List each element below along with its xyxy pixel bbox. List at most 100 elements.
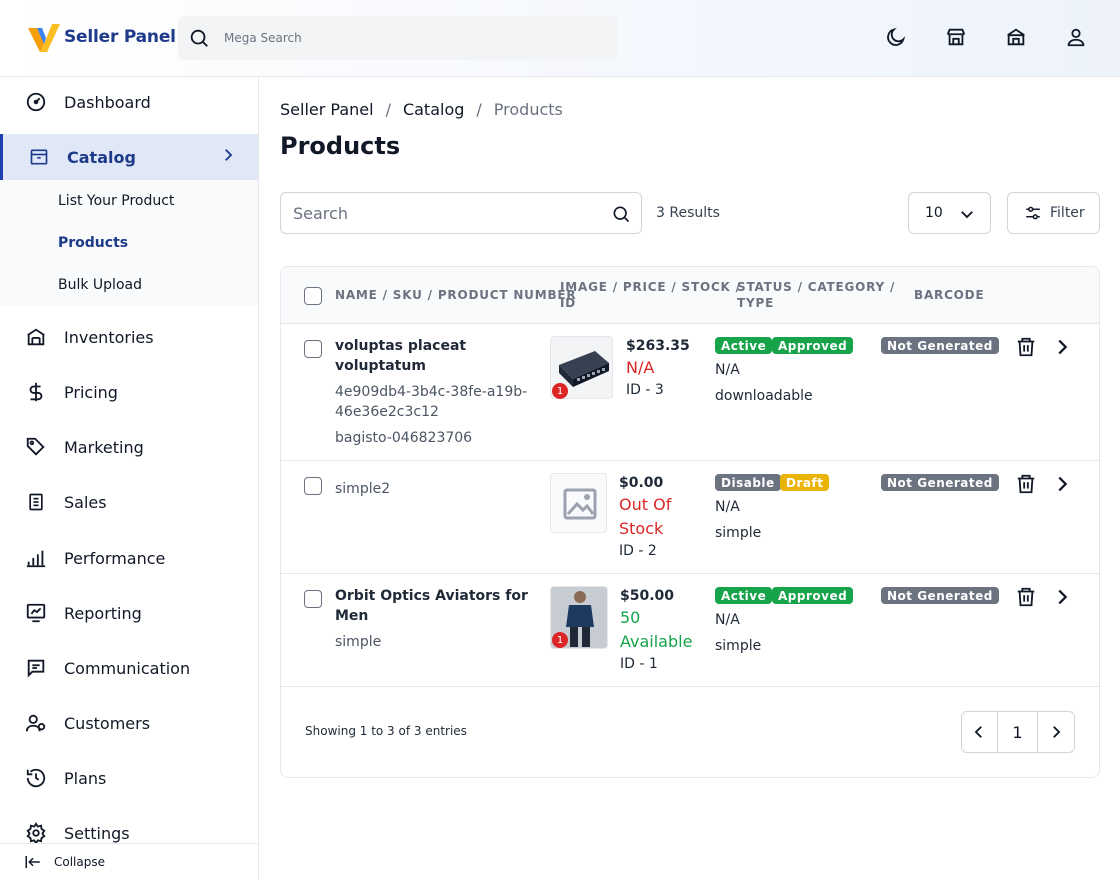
- sidebar-subitem-list-product[interactable]: List Your Product: [0, 180, 258, 222]
- row-checkbox[interactable]: [304, 477, 322, 495]
- dashboard-icon: [24, 90, 48, 114]
- breadcrumb-separator: /: [476, 100, 482, 119]
- filter-button[interactable]: Filter: [1007, 192, 1100, 234]
- collapse-icon: [25, 856, 40, 868]
- header-image: IMAGE / PRICE / STOCK /: [560, 280, 741, 294]
- collapse-label: Collapse: [54, 855, 105, 869]
- chevron-down-icon: [961, 211, 973, 219]
- sidebar-item-pricing[interactable]: Pricing: [0, 369, 258, 415]
- status-badge: Active: [715, 337, 773, 354]
- product-sku: 4e909db4-3b4c-38fe-a19b-: [335, 384, 528, 400]
- product-name[interactable]: simple2: [335, 479, 545, 499]
- sidebar-item-communication[interactable]: Communication: [0, 645, 258, 691]
- collapse-button[interactable]: Collapse: [0, 843, 258, 880]
- header-barcode: BARCODE: [914, 288, 985, 302]
- pagination-summary: Showing 1 to 3 of 3 entries: [305, 724, 467, 738]
- top-header: Seller Panel: [0, 0, 1120, 77]
- chevron-right-icon[interactable]: [1051, 473, 1073, 499]
- sidebar-item-marketing[interactable]: Marketing: [0, 424, 258, 470]
- product-type: downloadable: [715, 388, 813, 404]
- subitem-label: Bulk Upload: [58, 277, 142, 293]
- product-name-l2[interactable]: voluptatum: [335, 356, 545, 376]
- search-icon: [190, 29, 208, 47]
- pagination-page-button[interactable]: 1: [998, 712, 1039, 752]
- sidebar-item-inventories[interactable]: Inventories: [0, 314, 258, 360]
- pagination-prev-button[interactable]: [962, 712, 998, 752]
- product-category: N/A: [715, 612, 740, 628]
- customers-icon: [24, 711, 48, 735]
- logo[interactable]: Seller Panel: [28, 22, 176, 52]
- sidebar-item-sales[interactable]: Sales: [0, 479, 258, 525]
- logo-icon: [28, 24, 60, 52]
- sidebar-item-label: Sales: [64, 492, 107, 512]
- product-number: bagisto-046823706: [335, 430, 473, 446]
- approval-badge: Approved: [772, 337, 854, 354]
- sidebar-item-dashboard[interactable]: Dashboard: [0, 79, 258, 125]
- user-icon[interactable]: [1064, 25, 1088, 49]
- sidebar-subitem-products[interactable]: Products: [0, 222, 258, 264]
- chevron-left-icon: [975, 726, 983, 738]
- breadcrumb-catalog[interactable]: Catalog: [403, 100, 464, 119]
- chevron-right-icon[interactable]: [1051, 336, 1073, 362]
- sidebar-subitem-bulk-upload[interactable]: Bulk Upload: [0, 264, 258, 306]
- history-icon: [24, 766, 48, 790]
- mega-search-input[interactable]: [224, 31, 584, 45]
- mega-search[interactable]: [178, 16, 618, 60]
- barcode-badge: Not Generated: [881, 587, 999, 604]
- sidebar-item-plans[interactable]: Plans: [0, 755, 258, 801]
- chevron-right-icon: [219, 146, 237, 168]
- sidebar-item-customers[interactable]: Customers: [0, 700, 258, 746]
- approval-badge: Draft: [780, 474, 830, 491]
- sidebar-item-label: Reporting: [64, 603, 142, 623]
- subitem-label: List Your Product: [58, 193, 175, 209]
- breadcrumb-root[interactable]: Seller Panel: [280, 100, 374, 119]
- sidebar-item-performance[interactable]: Performance: [0, 535, 258, 581]
- sidebar-item-label: Settings: [64, 823, 130, 843]
- sidebar-item-label: Customers: [64, 713, 151, 733]
- product-price: $0.00: [619, 475, 664, 491]
- row-checkbox[interactable]: [304, 590, 322, 608]
- product-category: N/A: [715, 362, 740, 378]
- product-id: ID - 1: [620, 656, 658, 672]
- breadcrumb-separator: /: [385, 100, 391, 119]
- select-all-checkbox[interactable]: [304, 287, 322, 305]
- product-search[interactable]: [280, 192, 642, 234]
- sidebar: Dashboard Catalog List Your Product Prod…: [0, 78, 259, 880]
- bar-chart-icon: [24, 546, 48, 570]
- table-row: voluptas placeat voluptatum 4e909db4-3b4…: [281, 324, 1099, 461]
- delete-icon[interactable]: [1015, 473, 1037, 499]
- product-sku: simple: [335, 634, 382, 650]
- search-icon[interactable]: [611, 204, 631, 224]
- product-id: ID - 3: [626, 382, 664, 398]
- status-badge: Disable: [715, 474, 781, 491]
- pagination-next-button[interactable]: [1038, 712, 1074, 752]
- sidebar-item-label: Inventories: [64, 327, 154, 347]
- moon-icon[interactable]: [884, 25, 908, 49]
- store-icon[interactable]: [944, 25, 968, 49]
- page-title: Products: [280, 132, 401, 160]
- shop-icon[interactable]: [1004, 25, 1028, 49]
- row-checkbox[interactable]: [304, 340, 322, 358]
- per-page-select[interactable]: 10: [908, 192, 991, 234]
- warehouse-icon: [24, 325, 48, 349]
- product-price: $50.00: [620, 588, 675, 604]
- product-name[interactable]: Orbit Optics Aviators for: [335, 586, 545, 606]
- product-image-placeholder[interactable]: [550, 473, 607, 533]
- sidebar-item-catalog[interactable]: Catalog: [0, 134, 258, 180]
- dollar-icon: [24, 380, 48, 404]
- table-header: NAME / SKU / PRODUCT NUMBER IMAGE / PRIC…: [281, 267, 1099, 324]
- search-input[interactable]: [293, 203, 603, 223]
- delete-icon[interactable]: [1015, 586, 1037, 612]
- product-stock: 50: [620, 608, 641, 627]
- product-id: ID - 2: [619, 543, 657, 559]
- sidebar-item-label: Pricing: [64, 382, 118, 402]
- breadcrumb: Seller Panel / Catalog / Products: [280, 100, 563, 119]
- sidebar-item-reporting[interactable]: Reporting: [0, 590, 258, 636]
- product-type: simple: [715, 525, 762, 541]
- product-name[interactable]: voluptas placeat: [335, 336, 545, 356]
- product-name-l2[interactable]: Men: [335, 606, 545, 626]
- header-status-l2: TYPE: [737, 296, 775, 310]
- chevron-right-icon[interactable]: [1051, 586, 1073, 612]
- barcode-badge: Not Generated: [881, 474, 999, 491]
- delete-icon[interactable]: [1015, 336, 1037, 362]
